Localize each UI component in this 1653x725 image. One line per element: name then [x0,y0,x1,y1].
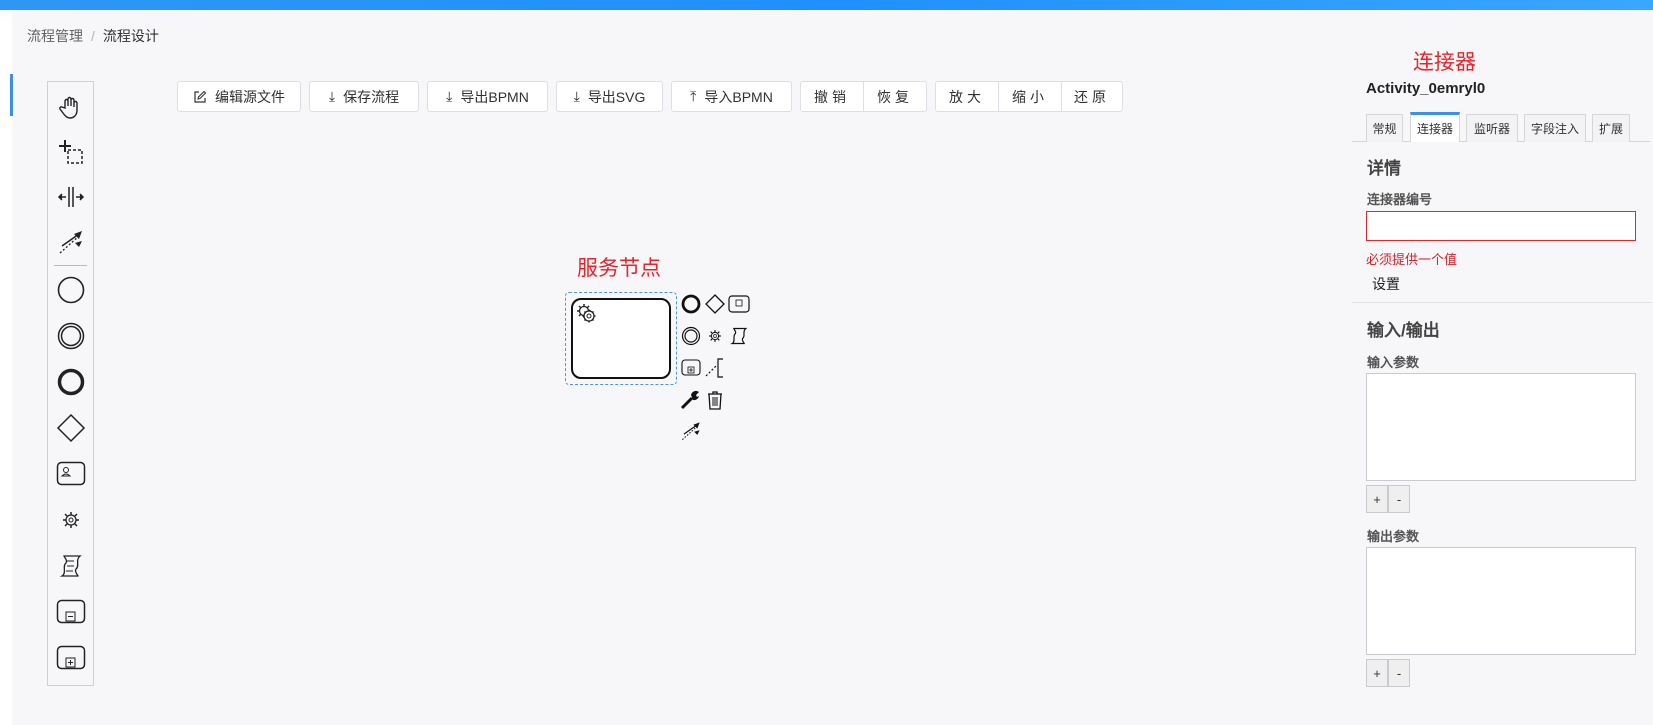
details-section-heading: 详情 [1367,159,1401,178]
tab-field-injection[interactable]: 字段注入 [1524,114,1586,142]
zoom-in-button[interactable]: 放大 [935,81,999,112]
tab-general[interactable]: 常规 [1366,114,1403,142]
export-bpmn-label: 导出BPMN [460,88,529,105]
connector-id-label: 连接器编号 [1367,192,1433,207]
set-link[interactable]: 设置 [1372,274,1400,294]
export-svg-label: 导出SVG [587,88,646,105]
io-section-heading: 输入/输出 [1367,321,1440,340]
end-event-icon[interactable] [48,362,93,402]
breadcrumb-separator: / [91,28,95,44]
breadcrumb: 流程管理 / 流程设计 [27,26,159,46]
export-svg-button[interactable]: ⤓ 导出SVG [556,81,663,112]
edit-source-label: 编辑源文件 [215,88,285,105]
add-input-param-button[interactable]: + [1366,485,1388,513]
section-divider [1352,302,1652,303]
connector-annotation: 连接器 [1413,51,1476,74]
lasso-tool-icon[interactable] [48,132,93,172]
properties-tabs: 常规 连接器 监听器 字段注入 扩展 [1352,112,1650,142]
upload-icon: ⤒ [690,88,697,104]
append-end-event-icon[interactable] [680,293,702,315]
output-params-textarea[interactable] [1366,547,1636,655]
breadcrumb-parent[interactable]: 流程管理 [27,26,83,46]
exclusive-gateway-icon[interactable] [48,408,93,448]
undo-button[interactable]: 撤销 [800,81,864,112]
import-bpmn-label: 导入BPMN [704,88,773,105]
start-event-icon[interactable] [48,270,93,310]
selected-service-task[interactable] [565,292,677,385]
delete-trash-icon[interactable] [704,389,726,411]
save-process-label: 保存流程 [343,88,400,105]
append-text-annotation-icon[interactable] [704,357,726,379]
expanded-subprocess-icon[interactable] [48,638,93,678]
hand-tool-icon[interactable] [48,87,93,127]
input-params-label: 输入参数 [1367,355,1420,370]
bpmn-palette [47,81,94,686]
space-tool-icon[interactable] [48,177,93,217]
connect-arrow-icon[interactable] [680,420,702,442]
append-task-icon[interactable] [728,293,750,315]
change-type-wrench-icon[interactable] [680,389,702,411]
edit-source-button[interactable]: 编辑源文件 [177,81,301,112]
remove-input-param-button[interactable]: - [1388,485,1410,513]
redo-button[interactable]: 恢复 [863,81,927,112]
service-task-icon[interactable] [48,500,93,540]
script-task-icon[interactable] [48,546,93,586]
connector-id-input[interactable] [1366,211,1636,241]
add-output-param-button[interactable]: + [1366,659,1388,687]
service-gear-icon [577,304,596,323]
left-edge [0,10,12,725]
append-script-icon[interactable] [728,325,750,347]
download-icon: ⤓ [446,88,453,104]
append-gateway-icon[interactable] [704,293,726,315]
tab-connector[interactable]: 连接器 [1410,112,1460,142]
global-connect-tool-icon[interactable] [48,222,93,262]
append-subprocess-icon[interactable] [680,357,702,379]
import-bpmn-button[interactable]: ⤒ 导入BPMN [671,81,792,112]
top-accent-bar [0,0,1653,10]
user-task-icon[interactable] [48,454,93,494]
service-node-annotation: 服务节点 [577,257,661,280]
zoom-reset-button[interactable]: 还原 [1061,81,1123,112]
history-button-group: 撤销 恢复 [800,81,927,112]
edit-icon [194,90,207,103]
left-active-marker [10,74,13,116]
tab-extensions[interactable]: 扩展 [1592,114,1630,142]
palette-separator [54,265,87,266]
output-params-label: 输出参数 [1367,529,1420,544]
append-intermediate-event-icon[interactable] [680,325,702,347]
export-bpmn-button[interactable]: ⤓ 导出BPMN [427,81,548,112]
zoom-out-button[interactable]: 缩小 [998,81,1062,112]
save-process-button[interactable]: ⤓ 保存流程 [309,81,419,112]
download-icon: ⤓ [573,88,580,104]
download-icon: ⤓ [328,88,336,104]
breadcrumb-current: 流程设计 [102,28,159,44]
change-to-service-gear-icon[interactable] [704,325,726,347]
zoom-button-group: 放大 缩小 还原 [935,81,1123,112]
intermediate-event-icon[interactable] [48,316,93,356]
tab-listeners[interactable]: 监听器 [1466,114,1518,142]
service-task-shape[interactable] [571,298,671,379]
element-id-title: Activity_0emryl0 [1366,80,1486,97]
collapsed-subprocess-icon[interactable] [48,592,93,632]
input-params-textarea[interactable] [1366,373,1636,481]
connector-id-error: 必须提供一个值 [1366,252,1458,267]
remove-output-param-button[interactable]: - [1388,659,1410,687]
